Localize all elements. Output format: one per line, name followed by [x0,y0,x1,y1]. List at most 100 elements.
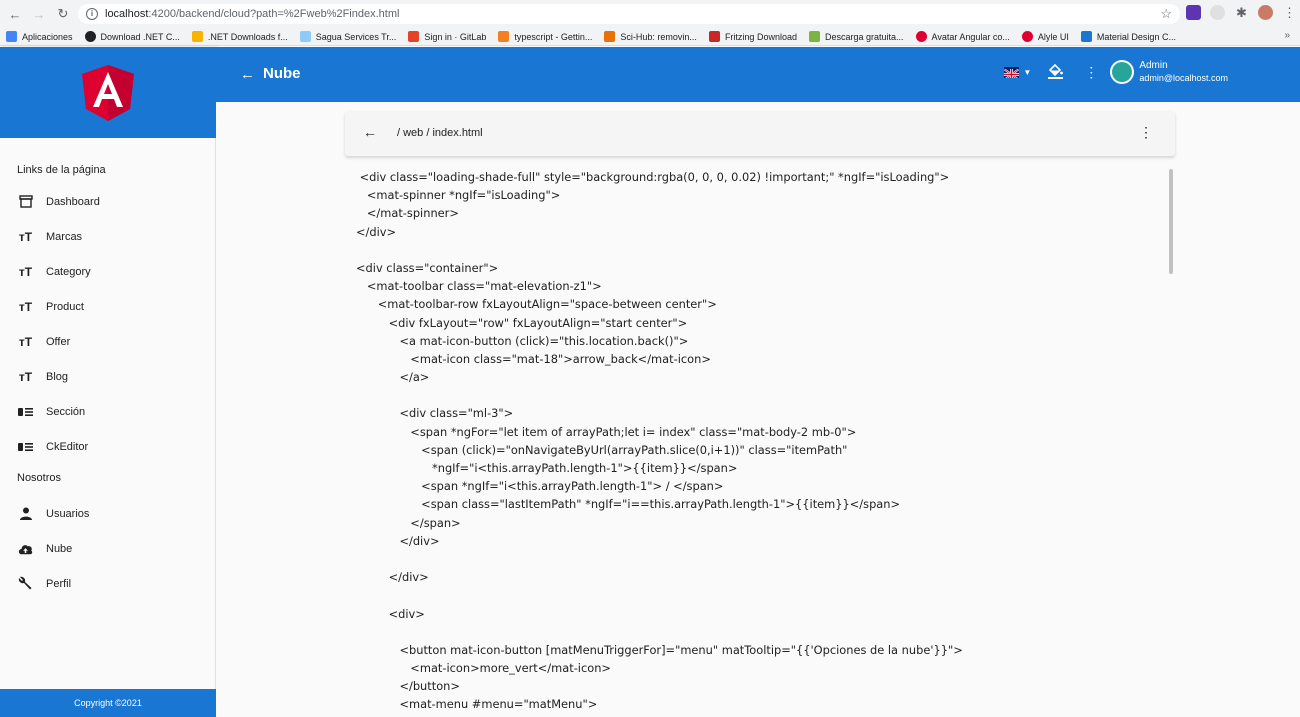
code-line: <mat-menu #menu="matMenu"> [356,697,598,712]
bookmark-item[interactable]: typescript - Gettin... [498,31,592,42]
material-icon [1080,31,1092,42]
scihub-icon [604,31,616,42]
cloud-upload-icon [18,543,33,555]
bookmark-label: Material Design C... [1096,31,1176,42]
breadcrumb[interactable]: / web / index.html [397,127,483,139]
sidebar-item-label: Blog [46,370,69,383]
address-bar[interactable]: i localhost:4200/backend/cloud?path=%2Fw… [78,4,1180,24]
code-line: *ngIf="i<this.arrayPath.length-1">{{item… [356,461,738,475]
arrow-back-icon[interactable]: ← [240,66,255,83]
code-line: </div> [356,533,440,548]
sidebar-item-ckeditor[interactable]: CkEditor [0,429,215,464]
sidebar-item-label: Dashboard [46,195,100,208]
format-color-fill-icon[interactable] [1047,62,1064,82]
bookmark-apps[interactable]: Aplicaciones [6,31,73,42]
reload-icon[interactable]: ↻ [54,5,72,23]
bookmark-item[interactable]: .NET Downloads f... [191,31,288,42]
bookmark-label: Aplicaciones [22,31,73,42]
browser-back-icon[interactable]: ← [6,5,24,23]
bookmark-item[interactable]: Sagua Services Tr... [299,31,396,42]
text-fields-icon: тT [18,229,33,244]
avatar-image [1112,62,1133,82]
code-line: <mat-toolbar class="mat-elevation-z1"> [356,279,602,294]
bookmark-item[interactable]: Alyle UI [1021,31,1069,42]
code-line: <div class="ml-3"> [356,406,514,421]
scrollbar-thumb[interactable] [1169,169,1173,274]
code-line: <a mat-icon-button (click)="this.locatio… [356,333,689,348]
browser-menu-icon[interactable]: ⋮ [1282,5,1297,20]
code-line: <div class="container"> [356,260,499,275]
browser-forward-icon[interactable]: → [30,5,48,23]
bookmark-label: .NET Downloads f... [207,31,288,42]
user-email: admin@localhost.com [1139,73,1228,83]
extension-icon[interactable] [1210,5,1225,20]
arrow-back-icon[interactable]: ← [363,124,377,140]
bookmark-label: Sign in · GitLab [424,31,487,42]
bookmark-star-icon[interactable]: ☆ [1160,6,1172,22]
download-icon [808,31,820,42]
sidebar: Links de la página Dashboard тT Marcas т… [0,47,216,717]
gitlab-icon [408,31,420,42]
code-line: </span> [356,515,461,530]
view-list-icon [18,407,33,417]
user-avatar[interactable] [1110,60,1135,84]
bookmark-item[interactable]: Avatar Angular co... [915,31,1010,42]
language-dropdown-icon[interactable]: ▼ [1023,68,1031,77]
sidebar-item-blog[interactable]: тT Blog [0,359,215,394]
sidebar-item-perfil[interactable]: Perfil [0,566,215,601]
profile-avatar[interactable] [1258,5,1273,20]
sidebar-item-nube[interactable]: Nube [0,531,215,566]
bookmarks-more-button[interactable]: » [1284,30,1290,41]
toolbar-actions: ▼ ⋮ Admin admin@localhost.com [1004,59,1228,85]
user-info[interactable]: Admin admin@localhost.com [1139,59,1228,85]
sidebar-header [0,47,216,138]
bookmark-item[interactable]: Fritzing Download [708,31,797,42]
uk-flag-icon[interactable] [1004,66,1020,78]
sidebar-item-label: Perfil [46,577,72,590]
puzzle-icon[interactable]: ✱ [1234,5,1249,20]
sidebar-item-label: Sección [46,405,86,418]
sidebar-item-usuarios[interactable]: Usuarios [0,496,215,531]
bookmark-item[interactable]: Download .NET C... [84,31,180,42]
main-content: ← / web / index.html ⋮ <div class="loadi… [216,102,1300,717]
code-line: <span (click)="onNavigateByUrl(arrayPath… [356,442,848,457]
code-line: <button mat-icon-button [matMenuTriggerF… [356,642,963,657]
sidebar-item-dashboard[interactable]: Dashboard [0,184,215,219]
apps-grid-icon [6,31,17,42]
site-info-icon[interactable]: i [86,8,98,20]
bookmark-label: Sci-Hub: removin... [620,31,697,42]
code-viewer[interactable]: <div class="loading-shade-full" style="b… [356,168,1166,714]
sidebar-item-product[interactable]: тT Product [0,289,215,324]
store-icon [18,195,33,208]
sidebar-item-offer[interactable]: тT Offer [0,324,215,359]
bookmark-item[interactable]: Sci-Hub: removin... [604,31,697,42]
sidebar-item-label: Product [46,300,84,313]
code-line: </button> [356,679,460,694]
bookmark-item[interactable]: Material Design C... [1080,31,1176,42]
bookmark-item[interactable]: Descarga gratuita... [808,31,904,42]
sidebar-item-label: Marcas [46,230,83,243]
url-path: :4200/backend/cloud?path=%2Fweb%2Findex.… [148,8,400,20]
sidebar-item-seccion[interactable]: Sección [0,394,215,429]
code-line: </mat-spinner> [356,206,459,221]
more-vert-icon[interactable]: ⋮ [1084,64,1098,81]
site-icon [299,31,311,42]
angular-icon [915,31,927,42]
code-line: <mat-spinner *ngIf="isLoading"> [356,188,561,203]
code-line: </div> [356,570,429,585]
wrench-icon [18,576,33,591]
bookmarks-bar: Aplicaciones Download .NET C... .NET Dow… [0,28,1300,46]
bookmark-label: Download .NET C... [100,31,180,42]
sidebar-item-label: Usuarios [46,507,90,520]
page-title: Nube [263,65,301,82]
stackoverflow-icon [498,31,510,42]
more-vert-icon[interactable]: ⋮ [1139,124,1153,141]
sidebar-section-title: Links de la página [17,164,106,176]
windows-icon [191,31,203,42]
bookmark-item[interactable]: Sign in · GitLab [408,31,486,42]
sidebar-item-marcas[interactable]: тT Marcas [0,219,215,254]
extension-icon[interactable] [1186,5,1201,20]
sidebar-item-category[interactable]: тT Category [0,254,215,289]
